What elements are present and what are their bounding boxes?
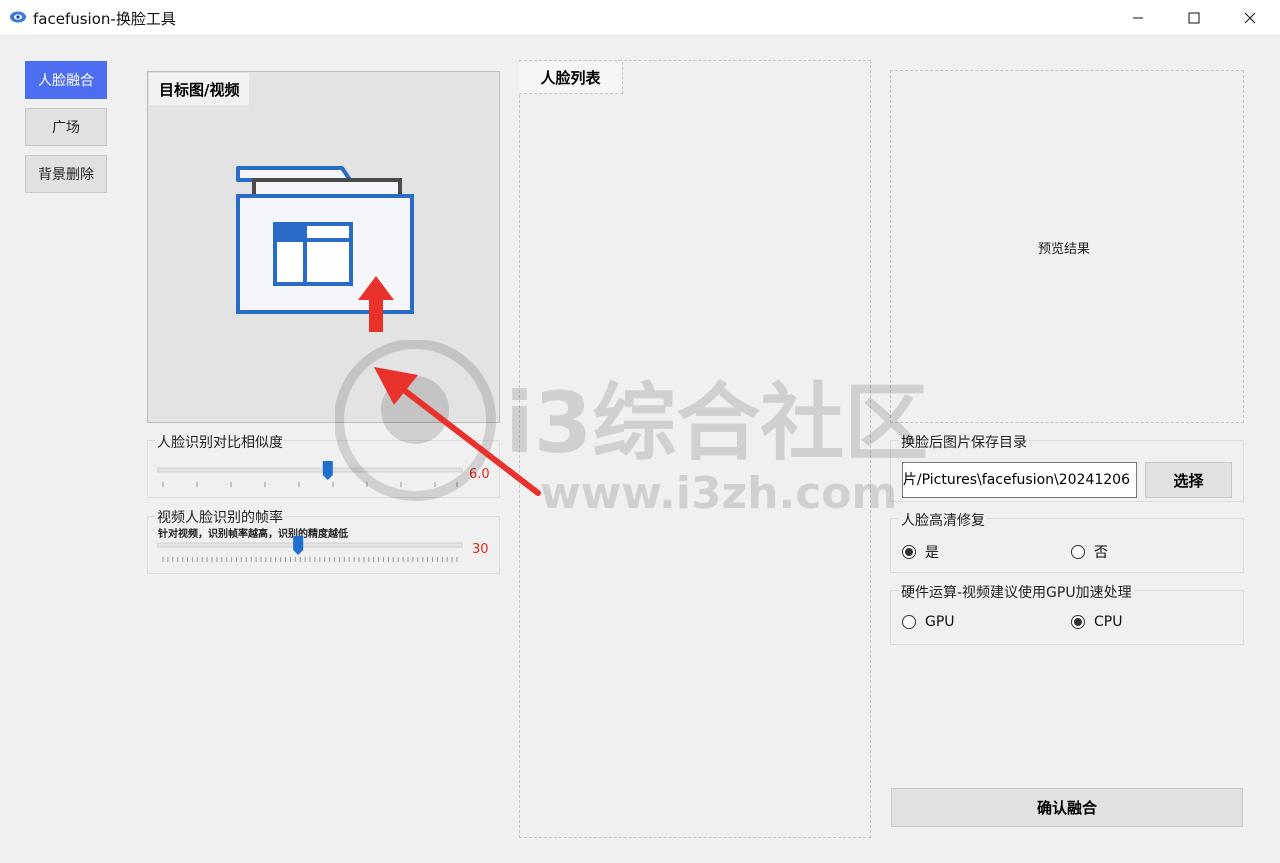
face-list-panel[interactable] xyxy=(519,60,871,838)
select-dir-button[interactable]: 选择 xyxy=(1145,462,1232,498)
confirm-fusion-button[interactable]: 确认融合 xyxy=(891,788,1243,827)
similarity-slider-thumb xyxy=(322,461,333,480)
minimize-icon xyxy=(1133,17,1143,19)
nav-plaza-button[interactable]: 广场 xyxy=(25,108,107,146)
framerate-value: 30 xyxy=(472,542,489,557)
save-dir-value: 片/Pictures\facefusion\20241206 xyxy=(902,472,1130,488)
maximize-icon xyxy=(1188,12,1200,24)
similarity-title: 人脸识别对比相似度 xyxy=(155,432,285,452)
hardware-cpu-radio[interactable]: CPU xyxy=(1071,614,1122,630)
minimize-button[interactable] xyxy=(1110,0,1166,36)
hardware-gpu-label: GPU xyxy=(925,614,955,630)
similarity-value: 6.0 xyxy=(469,467,490,482)
framerate-title: 视频人脸识别的帧率 xyxy=(155,507,285,527)
folder-upload-icon[interactable] xyxy=(230,160,425,340)
preview-text: 预览结果 xyxy=(1038,242,1091,257)
framerate-slider[interactable] xyxy=(157,535,463,565)
save-dir-title: 换脸后图片保存目录 xyxy=(899,432,1029,452)
title-bar: facefusion-换脸工具 xyxy=(0,0,1280,36)
framerate-slider-thumb xyxy=(293,536,304,555)
close-button[interactable] xyxy=(1222,0,1278,36)
app-icon xyxy=(10,11,26,23)
save-dir-input[interactable]: 片/Pictures\facefusion\20241206 xyxy=(902,462,1137,498)
maximize-button[interactable] xyxy=(1166,0,1222,36)
nav-face-fusion-button[interactable]: 人脸融合 xyxy=(25,61,107,99)
hd-repair-title: 人脸高清修复 xyxy=(899,510,987,530)
face-list-label: 人脸列表 xyxy=(519,62,623,94)
hd-repair-yes-radio[interactable]: 是 xyxy=(902,542,939,562)
hd-repair-yes-label: 是 xyxy=(925,545,939,561)
hd-repair-no-label: 否 xyxy=(1094,545,1108,561)
close-icon xyxy=(1244,12,1256,24)
hardware-title: 硬件运算-视频建议使用GPU加速处理 xyxy=(899,582,1134,602)
hd-repair-no-radio[interactable]: 否 xyxy=(1071,542,1108,562)
hardware-cpu-label: CPU xyxy=(1094,614,1123,630)
window-title: facefusion-换脸工具 xyxy=(33,10,176,28)
hardware-gpu-radio[interactable]: GPU xyxy=(902,614,955,630)
target-label: 目标图/视频 xyxy=(149,73,250,105)
similarity-slider[interactable] xyxy=(157,460,463,490)
nav-background-remove-button[interactable]: 背景删除 xyxy=(25,155,107,193)
